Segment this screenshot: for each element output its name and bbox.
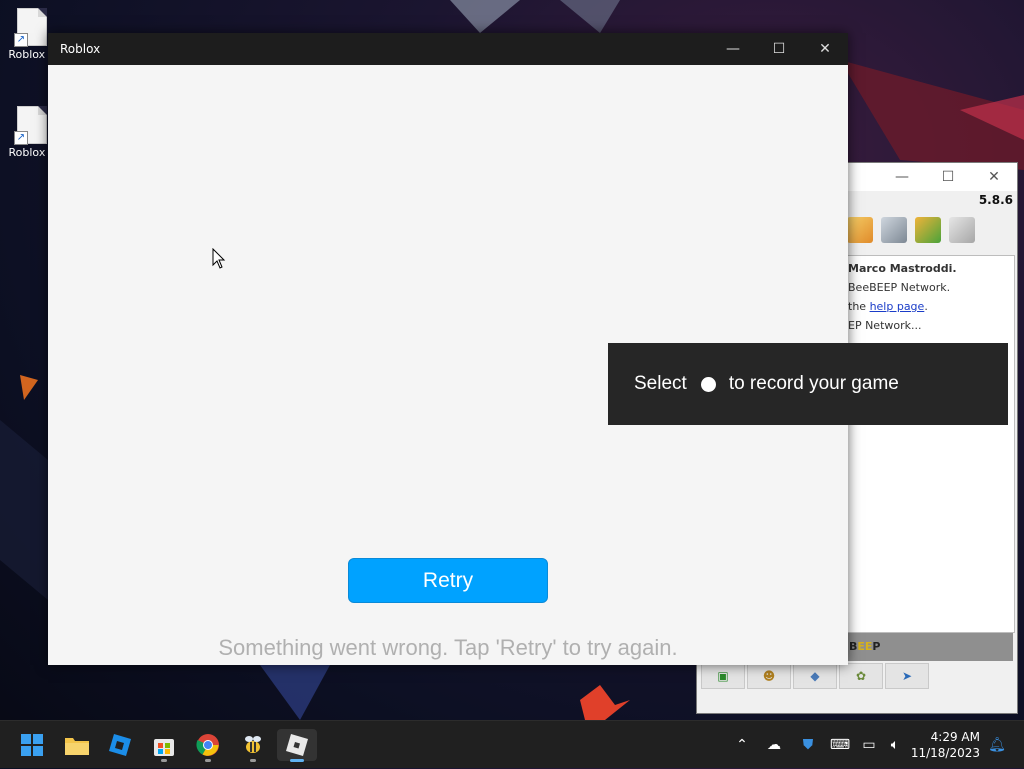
maximize-icon[interactable]: ☐: [925, 169, 971, 185]
toast-text-start: Select: [634, 373, 687, 394]
running-indicator: [250, 759, 256, 762]
trash-icon[interactable]: [949, 217, 975, 243]
close-icon[interactable]: ✕: [802, 33, 848, 65]
plugins-tab-icon[interactable]: ✿: [839, 663, 883, 689]
running-indicator: [205, 759, 211, 762]
close-icon[interactable]: ✕: [971, 169, 1017, 185]
beebeep-chat-panel: Marco Mastroddi. BeeBEEP Network. the he…: [845, 255, 1015, 633]
version-label: 5.8.6: [978, 193, 1013, 207]
shortcut-file-icon: ↗: [14, 8, 47, 47]
shortcut-file-icon: ↗: [14, 106, 47, 145]
system-clock[interactable]: 4:29 AM 11/18/2023: [911, 729, 980, 761]
start-button[interactable]: [12, 729, 52, 761]
mouse-cursor-icon: [212, 248, 226, 269]
tools-icon[interactable]: [881, 217, 907, 243]
users-tab-icon[interactable]: ☻: [747, 663, 791, 689]
notification-bell-icon[interactable]: 🔔︎: [986, 721, 1008, 769]
bee-icon: [245, 736, 261, 753]
network-icon[interactable]: ▭: [858, 721, 880, 769]
retry-button[interactable]: Retry: [348, 558, 548, 603]
help-page-link[interactable]: help page: [870, 300, 925, 313]
folder-icon[interactable]: [915, 217, 941, 243]
minimize-icon[interactable]: —: [879, 169, 925, 185]
roblox-icon: [286, 734, 308, 756]
keyboard-icon[interactable]: ⌨: [828, 721, 852, 769]
active-indicator: [290, 759, 304, 762]
store-icon: [154, 739, 174, 756]
files-tab-icon[interactable]: ➤: [885, 663, 929, 689]
error-message: Something went wrong. Tap 'Retry' to try…: [218, 635, 678, 660]
record-icon: [700, 376, 716, 392]
beebeep-logo-bar: BEEP: [845, 633, 1013, 661]
record-game-toast: Select to record your game: [608, 343, 1008, 425]
beebeep-bottom-tabs: ▣ ☻ ◆ ✿ ➤: [701, 663, 929, 689]
show-hidden-icons[interactable]: ⌃: [730, 721, 754, 769]
running-indicator: [161, 759, 167, 762]
beebeep-button[interactable]: [233, 729, 273, 762]
roblox-studio-button[interactable]: [100, 729, 140, 761]
roblox-titlebar[interactable]: Roblox — ☐ ✕: [48, 33, 848, 65]
network-line: BeeBEEP Network.: [848, 281, 951, 294]
help-line: the help page.: [848, 300, 928, 313]
chrome-button[interactable]: [188, 729, 228, 762]
network-status-line: EP Network...: [848, 319, 922, 332]
beebeep-toolbar: [847, 217, 975, 243]
window-title: Roblox: [60, 42, 101, 56]
security-shield-icon[interactable]: ⛊: [796, 721, 820, 769]
file-explorer-button[interactable]: [57, 729, 97, 761]
windows-logo-icon: [21, 734, 43, 756]
onedrive-offline-icon[interactable]: ☁: [762, 721, 786, 769]
roblox-studio-icon: [109, 734, 131, 756]
folder-icon: [65, 738, 89, 755]
chrome-icon: [196, 734, 219, 756]
minimize-icon[interactable]: —: [710, 33, 756, 65]
volume-muted-icon[interactable]: 🔈︎: [884, 721, 906, 769]
groups-tab-icon[interactable]: ◆: [793, 663, 837, 689]
toast-text-end: to record your game: [728, 373, 899, 394]
author-line: Marco Mastroddi.: [848, 262, 957, 275]
microsoft-store-button[interactable]: [144, 729, 184, 762]
clock-time: 4:29 AM: [930, 730, 980, 744]
pencil-icon[interactable]: [847, 217, 873, 243]
clock-date: 11/18/2023: [910, 746, 980, 760]
roblox-button[interactable]: [277, 729, 317, 762]
taskbar: ⌃ ☁ ⛊ ⌨ ▭ 🔈︎ 4:29 AM 11/18/2023 🔔︎: [0, 720, 1024, 768]
chat-tab-icon[interactable]: ▣: [701, 663, 745, 689]
maximize-icon[interactable]: ☐: [756, 33, 802, 65]
